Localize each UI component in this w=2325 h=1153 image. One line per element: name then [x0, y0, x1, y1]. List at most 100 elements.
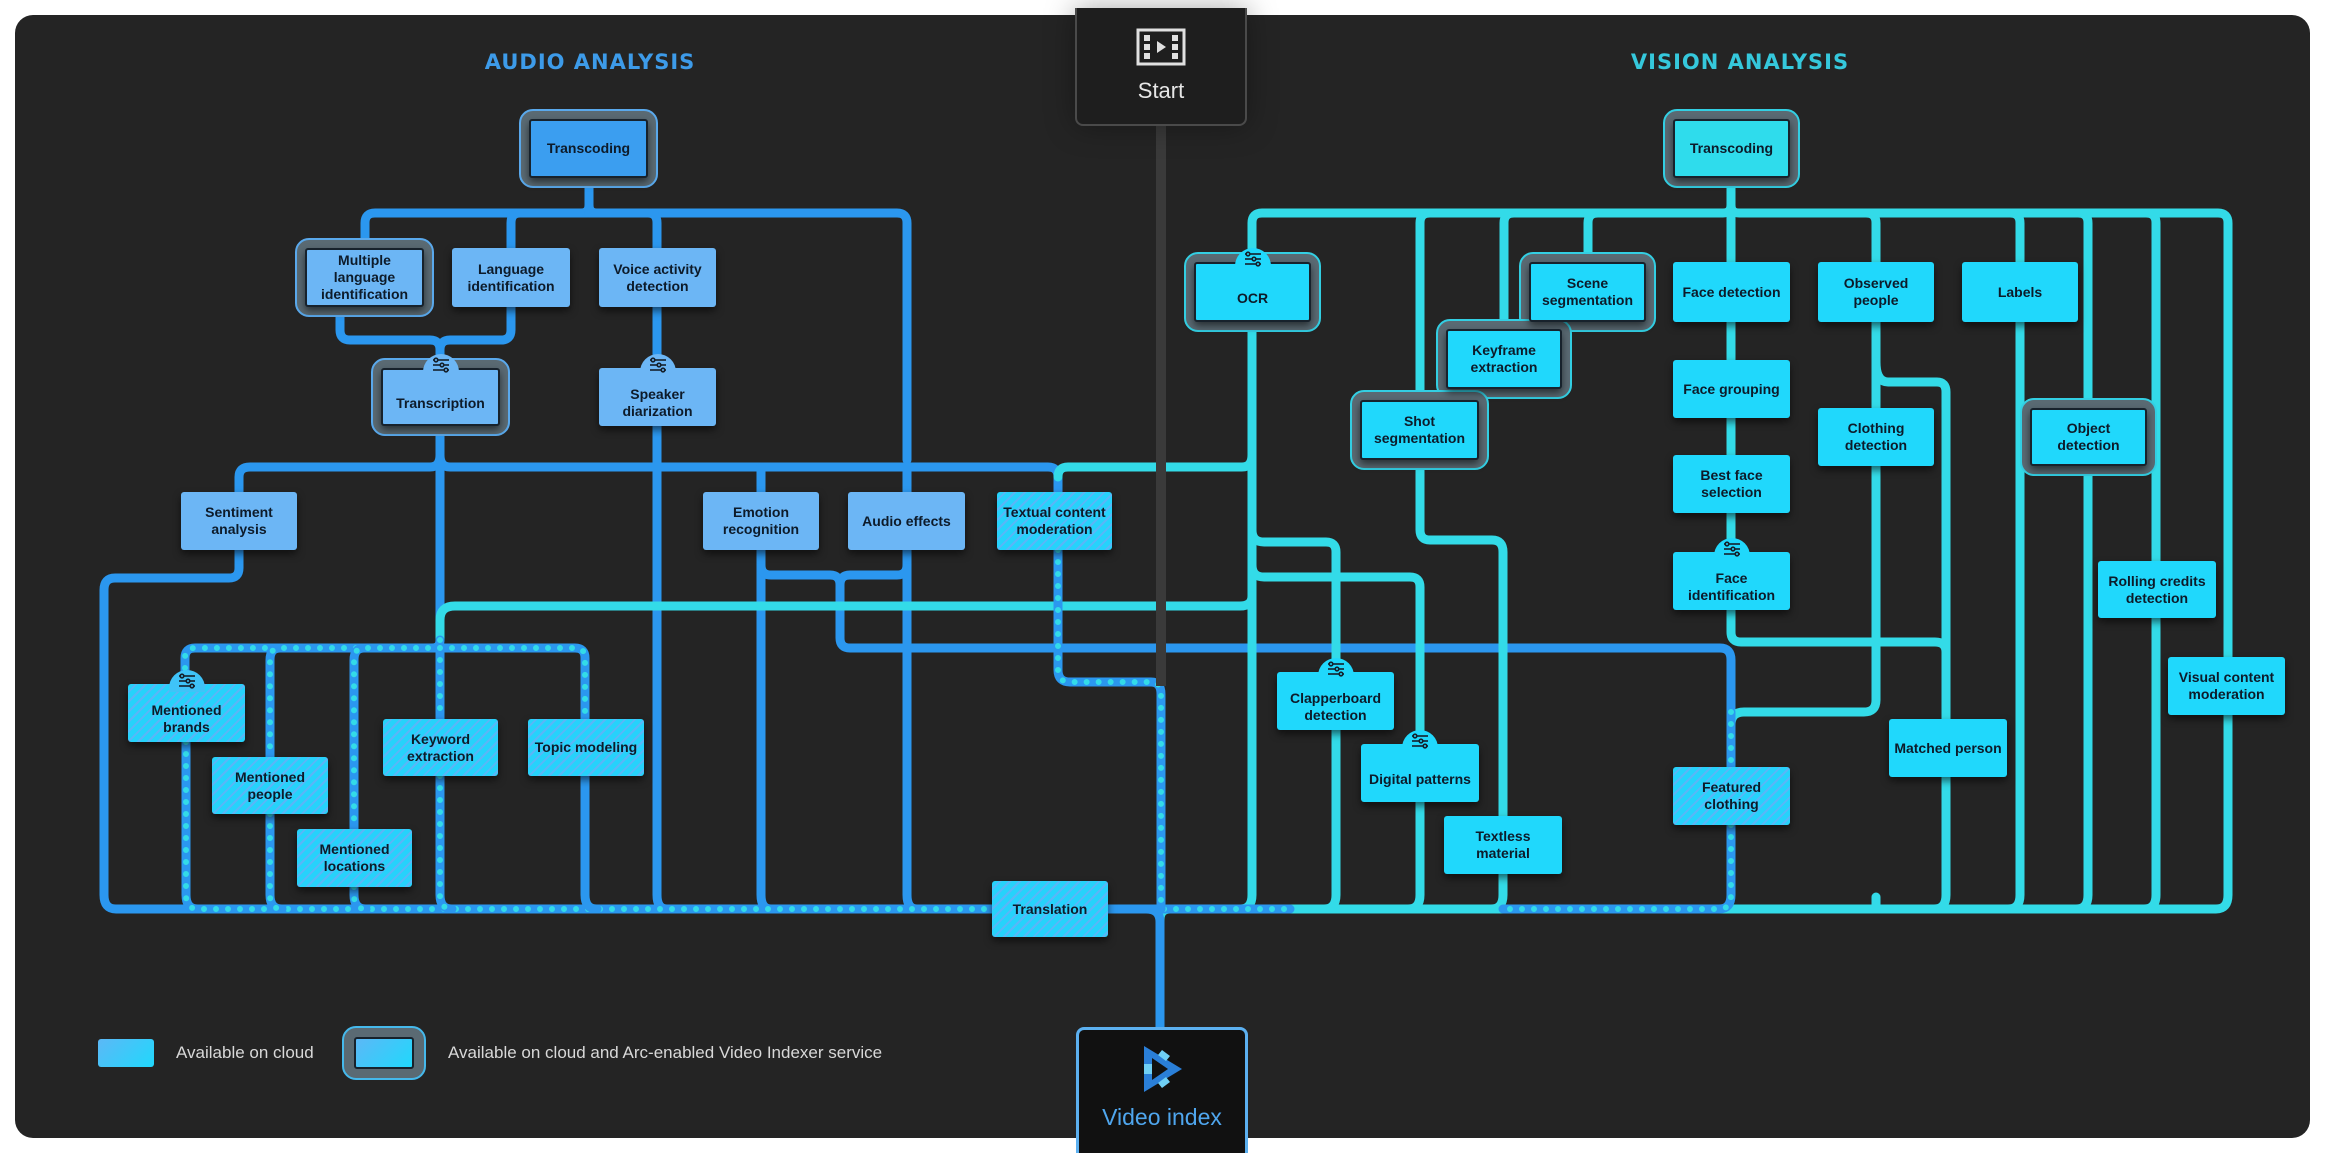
video-indexer-logo-icon: [1138, 1044, 1186, 1098]
node-v-faceid[interactable]: Face identification: [1673, 552, 1790, 610]
node-label: Best face selection: [1700, 467, 1763, 500]
node-v-facedet[interactable]: Face detection: [1673, 262, 1790, 322]
connector-vision: [1319, 725, 1341, 914]
film-play-icon: [1136, 28, 1186, 70]
legend-cloud-arc-label: Available on cloud and Arc-enabled Video…: [448, 1043, 883, 1062]
node-v-facegroup[interactable]: Face grouping: [1673, 360, 1790, 418]
node-label: Mentioned people: [235, 768, 305, 802]
node-label: Face detection: [1682, 283, 1781, 300]
connector-vision: [435, 591, 1257, 645]
node-a-topics[interactable]: Topic modeling: [528, 719, 644, 776]
node-v-object[interactable]: Object detection: [2030, 408, 2147, 466]
node-a-transcoding[interactable]: Transcoding: [529, 119, 648, 178]
node-v-matched[interactable]: Matched person: [1889, 719, 2007, 777]
node-a-people[interactable]: Mentioned people: [212, 757, 328, 814]
legend-cloud-label: Available on cloud: [176, 1043, 314, 1062]
node-label: Digital patterns: [1369, 770, 1471, 787]
node-label: Shot segmentation: [1373, 413, 1465, 446]
node-a-transcription[interactable]: Transcription: [381, 368, 500, 426]
node-v-clapper[interactable]: Clapperboard detection: [1277, 672, 1394, 730]
connector-vision: [1486, 869, 1508, 914]
connector-vision: [1861, 208, 1881, 267]
node-label: Rolling credits detection: [2108, 572, 2206, 606]
connector-vision: [1247, 173, 1736, 267]
node-a-sentiment[interactable]: Sentiment analysis: [181, 492, 297, 550]
node-label: Keyframe extraction: [1470, 342, 1538, 375]
connector-mixed: [435, 643, 590, 724]
connector-vision: [1415, 208, 1435, 405]
node-v-ocr[interactable]: OCR: [1194, 262, 1311, 322]
node-v-clothing[interactable]: Clothing detection: [1818, 408, 1934, 466]
node-a-multilang[interactable]: Multiple language identification: [305, 248, 424, 307]
node-label: Transcoding: [1689, 140, 1774, 156]
start-label: Start: [1137, 78, 1185, 103]
node-v-observed[interactable]: Observed people: [1818, 262, 1934, 322]
node-label: Language identification: [467, 260, 555, 294]
node-label: Audio effects: [862, 512, 951, 529]
node-v-digital[interactable]: Digital patterns: [1361, 744, 1479, 802]
connector-vision: [2071, 461, 2093, 914]
node-label: Clothing detection: [1844, 420, 1908, 453]
node-label: Translation: [1012, 900, 1088, 917]
node-label: Scene segmentation: [1541, 275, 1633, 308]
node-a-diarization[interactable]: Speaker diarization: [599, 368, 716, 426]
node-v-shot[interactable]: Shot segmentation: [1360, 400, 1479, 460]
node-v-scene[interactable]: Scene segmentation: [1529, 262, 1646, 322]
connector-vision: [1929, 772, 1951, 914]
node-a-translation[interactable]: Translation: [992, 881, 1108, 937]
node-label: OCR: [1236, 289, 1269, 306]
start-node[interactable]: Start: [1075, 8, 1247, 126]
node-a-brands[interactable]: Mentioned brands: [128, 684, 245, 742]
node-label: Object detection: [2057, 420, 2120, 453]
node-v-labels[interactable]: Labels: [1962, 262, 2078, 322]
video-index-label: Video index: [1102, 1104, 1222, 1130]
node-a-keywords[interactable]: Keyword extraction: [383, 719, 498, 776]
connector-vision: [1499, 208, 1519, 334]
node-label: Keyword extraction: [407, 730, 474, 764]
node-label: Visual content moderation: [2178, 669, 2275, 702]
connector-mixed-dots: [437, 645, 588, 722]
connector-vision: [1726, 605, 1951, 724]
node-label: Observed people: [1843, 275, 1909, 308]
node-a-effects[interactable]: Audio effects: [848, 492, 965, 550]
connector-vision: [2141, 208, 2161, 566]
node-a-locations[interactable]: Mentioned locations: [297, 829, 412, 887]
node-a-textmod[interactable]: Textual content moderation: [997, 492, 1112, 550]
node-a-emotion[interactable]: Emotion recognition: [703, 492, 819, 550]
node-v-textless[interactable]: Textless material: [1444, 816, 1562, 874]
audio-analysis-title: AUDIO ANALYSIS: [484, 50, 696, 74]
connector-audio: [580, 771, 602, 914]
node-label: Clapperboard detection: [1289, 690, 1381, 723]
node-a-vad[interactable]: Voice activity detection: [599, 248, 716, 307]
connector-vision: [1403, 797, 1425, 914]
node-label: Transcoding: [546, 140, 631, 156]
node-a-langid[interactable]: Language identification: [452, 248, 570, 307]
connector-vision: [1155, 200, 2233, 1032]
start-trunk-line: [1156, 126, 1166, 686]
connector-audio: [835, 545, 912, 590]
node-v-credits[interactable]: Rolling credits detection: [2098, 561, 2216, 618]
connector-vision: [2073, 208, 2093, 413]
node-label: Textless material: [1475, 828, 1531, 861]
connector-audio: [435, 302, 516, 355]
legend-arc-swatch: [342, 1026, 426, 1080]
node-label: Mentioned locations: [319, 841, 390, 874]
node-v-visualmod[interactable]: Visual content moderation: [2168, 657, 2285, 715]
node-v-bestface[interactable]: Best face selection: [1673, 455, 1790, 513]
connector-audio: [1103, 904, 1165, 1032]
node-v-transcoding[interactable]: Transcoding: [1673, 119, 1790, 178]
video-index-node[interactable]: Video index: [1076, 1027, 1248, 1153]
connector-audio: [584, 208, 662, 253]
connector-vision: [2003, 317, 2025, 914]
legend-cloud-swatch: [98, 1039, 154, 1067]
node-label: Sentiment analysis: [205, 504, 273, 537]
node-label: Emotion recognition: [722, 504, 800, 537]
legend-cloud: Available on cloud: [98, 1039, 314, 1067]
legend-cloud-arc: Available on cloud and Arc-enabled Video…: [342, 1026, 882, 1080]
vision-analysis-title: VISION ANALYSIS: [1630, 50, 1850, 74]
connector-audio: [435, 450, 1063, 497]
connector-vision: [2005, 208, 2025, 267]
node-v-keyframe[interactable]: Keyframe extraction: [1446, 329, 1562, 389]
node-label: Voice activity detection: [613, 260, 702, 294]
node-v-featured[interactable]: Featured clothing: [1673, 767, 1790, 825]
